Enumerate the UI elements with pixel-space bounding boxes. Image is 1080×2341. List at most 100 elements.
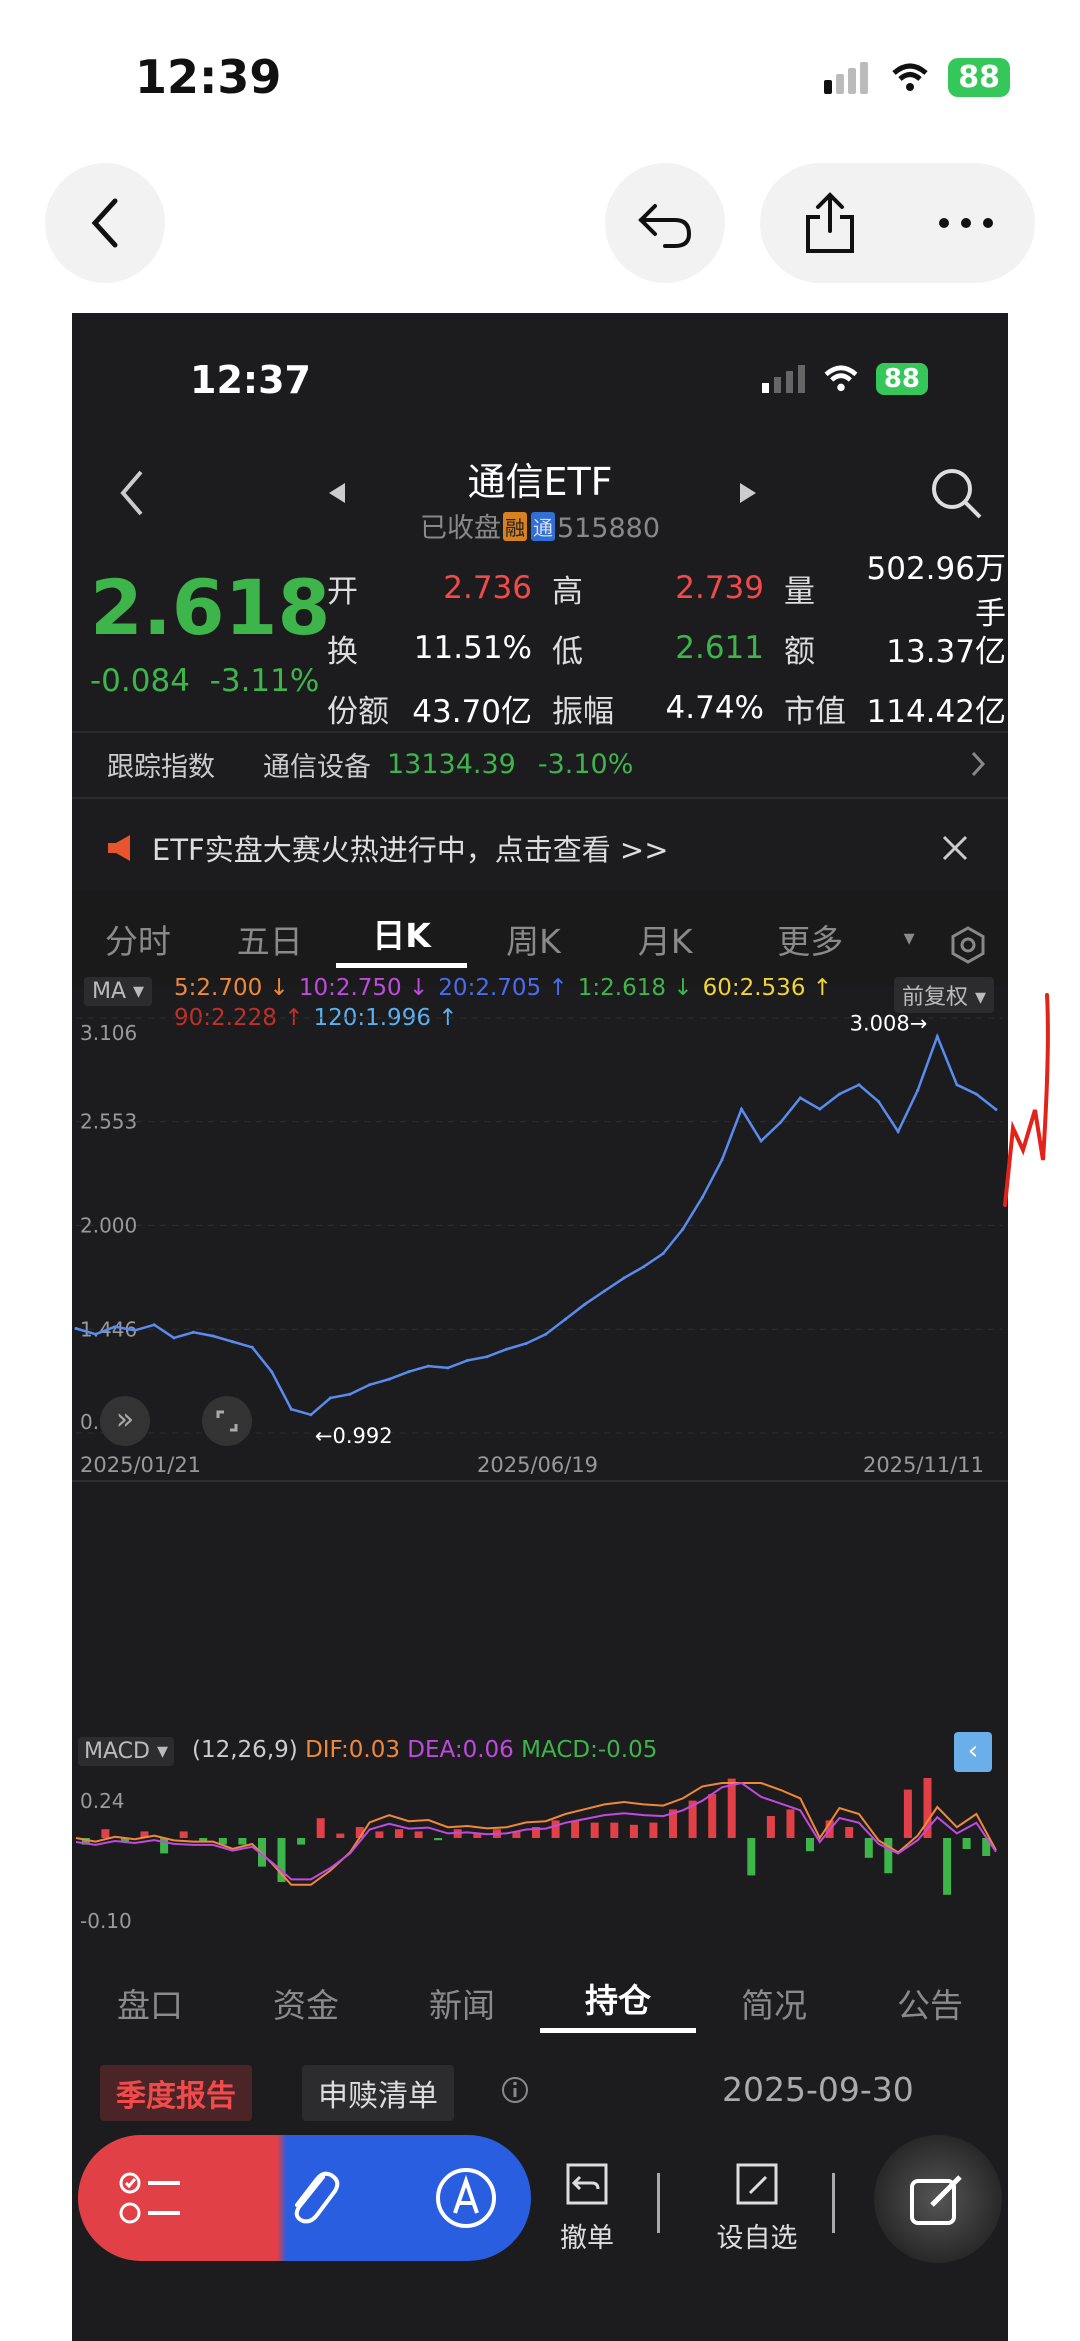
price-point [603, 1289, 606, 1293]
price-point [740, 1107, 743, 1111]
macd-bar [708, 1794, 717, 1838]
battery-indicator: 88 [948, 58, 1010, 97]
handwritten-mark [1003, 993, 1050, 1207]
price-point [94, 1332, 98, 1336]
more-icon[interactable] [938, 217, 994, 229]
price-point [642, 1265, 646, 1269]
back-button[interactable] [45, 163, 165, 283]
price-point [622, 1276, 626, 1280]
macd-bar [179, 1831, 188, 1838]
price-point [563, 1317, 567, 1321]
info-tab[interactable]: 持仓 [540, 1974, 696, 2033]
macd-bar [610, 1822, 619, 1838]
price-point [387, 1377, 391, 1381]
macd-bar [316, 1818, 325, 1838]
embedded-screenshot: 12:37 88 通信ETF 已收盘融通 515880 2.618 -0.084 … [72, 313, 1008, 2341]
macd-top-label: 0.24 [80, 1789, 125, 1813]
price-point [211, 1334, 215, 1338]
x-tick-label: 2025/11/11 [863, 1453, 984, 1477]
share-icon[interactable] [802, 191, 858, 255]
macd-bar [551, 1820, 560, 1838]
price-point [289, 1407, 293, 1411]
add-watchlist-button[interactable]: 设自选 [702, 2159, 812, 2255]
macd-bar [747, 1838, 756, 1876]
price-point [329, 1396, 332, 1400]
expand-chart-button[interactable]: » [100, 1396, 150, 1446]
info-tab[interactable]: 简况 [696, 1979, 852, 2027]
macd-bar [101, 1829, 110, 1838]
y-tick-label: 2.553 [80, 1110, 137, 1134]
reply-icon [638, 204, 692, 248]
price-point [818, 1107, 822, 1111]
macd-bar [375, 1831, 384, 1838]
price-point [505, 1347, 509, 1351]
macd-bar [727, 1778, 736, 1838]
price-point [446, 1366, 450, 1370]
price-point [759, 1139, 763, 1143]
y-tick-label: 3.106 [80, 1021, 137, 1045]
price-point [661, 1252, 665, 1255]
wifi-icon [892, 63, 928, 91]
macd-bar [943, 1838, 952, 1895]
low-marker-label: ←0.992 [315, 1424, 393, 1448]
price-point [857, 1083, 861, 1087]
high-marker-label: 3.008→ [850, 1011, 928, 1035]
paperclip-icon[interactable] [283, 2165, 343, 2231]
info-tab[interactable]: 盘口 [72, 1979, 228, 2027]
macd-bar [571, 1820, 580, 1838]
y-tick-label: 2.000 [80, 1213, 137, 1237]
markup-pen-icon [910, 2175, 962, 2225]
undo-square-icon [566, 2163, 608, 2205]
price-point [231, 1340, 235, 1344]
reply-button[interactable] [605, 163, 725, 283]
checklist-icon[interactable] [118, 2169, 188, 2229]
macd-bar [434, 1838, 443, 1841]
toolbar-divider [657, 2173, 660, 2233]
macd-bar [845, 1827, 854, 1838]
cancel-order-button[interactable]: 撤单 [537, 2159, 637, 2255]
macd-bar [238, 1838, 247, 1845]
markup-button[interactable] [874, 2135, 1002, 2263]
price-point [955, 1083, 959, 1087]
macd-bottom-label: -0.10 [80, 1909, 132, 1933]
add-watchlist-label: 设自选 [716, 2223, 798, 2254]
info-tab[interactable]: 公告 [852, 1979, 1008, 2027]
annotate-icon[interactable] [433, 2165, 499, 2231]
macd-bar [160, 1838, 169, 1854]
macd-dif: DIF:0.03 [305, 1737, 400, 1763]
x-tick-label: 2025/01/21 [80, 1453, 201, 1477]
price-point [779, 1120, 783, 1124]
macd-bar [884, 1838, 893, 1874]
price-point [172, 1336, 176, 1340]
price-point [133, 1328, 137, 1332]
price-point [896, 1130, 900, 1134]
chevron-left-icon: ‹ [967, 1736, 979, 1766]
price-point [544, 1332, 548, 1336]
macd-dea: DEA:0.06 [407, 1737, 514, 1763]
macd-bar [962, 1838, 971, 1849]
macd-bar [903, 1789, 912, 1838]
macd-selector[interactable]: MACD ▾ [78, 1737, 174, 1766]
info-icon[interactable] [500, 2075, 530, 2105]
price-point [113, 1325, 117, 1329]
trade-pill [78, 2135, 531, 2261]
outer-status-icons: 88 [824, 58, 1010, 97]
info-tab[interactable]: 新闻 [384, 1979, 540, 2027]
double-chevron-icon: » [115, 1402, 135, 1437]
macd-selector-label: MACD [84, 1739, 150, 1764]
redemption-list-tag[interactable]: 申赎清单 [302, 2065, 454, 2121]
fullscreen-button[interactable] [202, 1396, 252, 1446]
action-bar [760, 163, 1035, 283]
price-point [485, 1355, 489, 1359]
macd-bar [786, 1809, 795, 1838]
price-point [309, 1413, 313, 1417]
collapse-panel-button[interactable]: ‹ [954, 1732, 992, 1772]
info-tab[interactable]: 资金 [228, 1979, 384, 2027]
report-date: 2025-09-30 [722, 2070, 914, 2109]
quarterly-report-tag[interactable]: 季度报告 [100, 2065, 252, 2121]
macd-params: (12,26,9) [192, 1737, 298, 1763]
macd-legend: (12,26,9) DIF:0.03 DEA:0.06 MACD:-0.05 [192, 1737, 657, 1763]
toolbar-divider [832, 2173, 835, 2233]
price-point [407, 1370, 411, 1374]
price-point [916, 1088, 920, 1092]
